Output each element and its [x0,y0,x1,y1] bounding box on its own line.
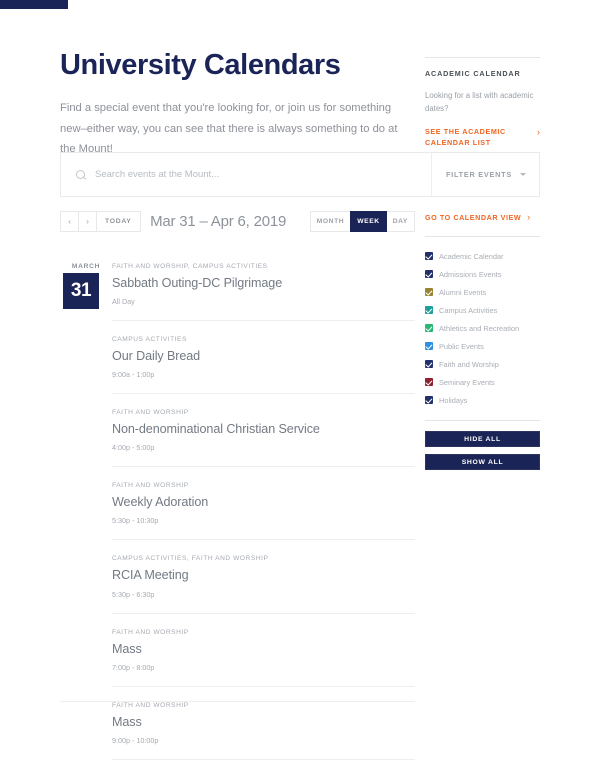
sidebar: ACADEMIC CALENDAR Looking for a list wit… [425,0,540,148]
event-time: 5:30p - 10:30p [112,516,159,526]
event-time: All Day [112,297,135,307]
go-to-calendar-view-label: GO TO CALENDAR VIEW [425,212,522,222]
filter-academic-calendar[interactable]: Academic Calendar [425,247,540,265]
checkbox-icon[interactable] [425,270,433,278]
calendar-page: University Calendars Find a special even… [0,0,600,760]
site-nav-stub [0,0,68,9]
calendar-view-toggle: MONTH WEEK DAY [309,210,415,232]
event-row[interactable]: CAMPUS ACTIVITIES Our Daily Bread 9:00a … [112,321,415,395]
checkbox-icon[interactable] [425,378,433,386]
filter-label: Public Events [439,341,484,351]
filter-label: Academic Calendar [439,251,504,261]
today-button[interactable]: TODAY [97,211,140,231]
checkbox-icon[interactable] [425,324,433,332]
filter-athletics-and-recreation[interactable]: Athletics and Recreation [425,319,540,337]
view-day-button[interactable]: DAY [386,211,414,231]
event-title: Sabbath Outing-DC Pilgrimage [112,276,283,290]
search-field-wrapper[interactable] [61,153,431,196]
checkbox-icon[interactable] [425,306,433,314]
calendar-date-range: Mar 31 – Apr 6, 2019 [150,212,287,230]
event-row[interactable]: FAITH AND WORSHIP Mass 9:00p - 10:00p [112,687,415,760]
filter-admissions-events[interactable]: Admissions Events [425,265,540,283]
event-categories: FAITH AND WORSHIP [112,482,189,490]
filter-label: Holidays [439,395,468,405]
search-icon [76,169,86,180]
filter-events-label: FILTER EVENTS [446,170,512,179]
filter-label: Alumni Events [439,287,487,297]
see-academic-calendar-list-label: SEE THE ACADEMIC CALENDAR LIST [425,126,506,147]
see-academic-calendar-list-link[interactable]: SEE THE ACADEMIC CALENDAR LIST › [425,127,540,149]
event-time: 9:00p - 10:00p [112,735,159,745]
event-categories: FAITH AND WORSHIP [112,701,189,709]
filter-label: Seminary Events [439,377,495,387]
event-title: Our Daily Bread [112,349,201,364]
day-block: MARCH 31 FAITH AND WORSHIP, CAMPUS ACTIV… [60,246,415,760]
filter-label: Athletics and Recreation [439,323,520,333]
filter-campus-activities[interactable]: Campus Activities [425,301,540,319]
event-row[interactable]: FAITH AND WORSHIP Weekly Adoration 5:30p… [112,467,415,541]
day-month-label: MARCH [71,263,101,270]
checkbox-icon[interactable] [425,252,433,260]
event-title: RCIA Meeting [112,568,189,583]
event-categories: FAITH AND WORSHIP, CAMPUS ACTIVITIES [112,263,268,270]
academic-calendar-heading: ACADEMIC CALENDAR [425,69,521,78]
checkbox-icon[interactable] [425,288,433,296]
calendar-toolbar: ‹ › TODAY Mar 31 – Apr 6, 2019 MONTH WEE… [60,210,415,232]
prev-period-button[interactable]: ‹ [61,211,79,231]
chevron-right-icon: › [527,212,531,222]
search-bar: FILTER EVENTS [60,152,540,197]
event-categories: FAITH AND WORSHIP [112,409,189,417]
event-categories: FAITH AND WORSHIP [112,628,189,636]
filter-alumni-events[interactable]: Alumni Events [425,283,540,301]
academic-calendar-promo: ACADEMIC CALENDAR Looking for a list wit… [425,57,540,148]
event-title: Non-denominational Christian Service [112,422,320,437]
page-intro: Find a special event that you're looking… [60,101,398,156]
event-time: 9:00a - 1:00p [112,370,155,380]
event-row[interactable]: FAITH AND WORSHIP, CAMPUS ACTIVITIES Sab… [112,246,415,322]
chevron-down-icon [520,173,526,176]
show-all-button[interactable]: SHOW ALL [425,454,540,470]
checkbox-icon[interactable] [425,342,433,350]
events-list: MARCH 31 FAITH AND WORSHIP, CAMPUS ACTIV… [60,246,415,760]
event-time: 7:00p - 8:00p [112,662,155,672]
event-row[interactable]: FAITH AND WORSHIP Non-denominational Chr… [112,394,415,468]
chevron-right-icon: › [537,126,540,137]
event-time: 5:30p - 6:30p [112,589,155,599]
day-number-label: 31 [63,273,99,309]
next-period-button[interactable]: › [79,211,97,231]
filter-faith-and-worship[interactable]: Faith and Worship [425,355,540,373]
page-title: University Calendars [60,49,341,81]
filter-seminary-events[interactable]: Seminary Events [425,373,540,391]
filter-label: Admissions Events [439,269,502,279]
filter-events-dropdown[interactable]: FILTER EVENTS [431,153,539,196]
calendar-filter-list: Academic Calendar Admissions Events Alum… [425,236,540,409]
go-to-calendar-view-link[interactable]: GO TO CALENDAR VIEW › [425,212,540,222]
event-title: Weekly Adoration [112,495,209,510]
hero-section: University Calendars Find a special even… [60,0,415,160]
day-events: FAITH AND WORSHIP, CAMPUS ACTIVITIES Sab… [112,246,415,760]
filter-label: Campus Activities [439,305,498,315]
academic-calendar-text: Looking for a list with academic dates? [425,91,534,113]
event-row[interactable]: FAITH AND WORSHIP Mass 7:00p - 8:00p [112,614,415,687]
checkbox-icon[interactable] [425,396,433,404]
filter-holidays[interactable]: Holidays [425,391,540,409]
event-time: 4:00p - 5:00p [112,443,155,453]
event-row[interactable]: CAMPUS ACTIVITIES, FAITH AND WORSHIP RCI… [112,540,415,614]
checkbox-icon[interactable] [425,360,433,368]
day-badge: MARCH 31 [60,246,112,760]
view-month-button[interactable]: MONTH [310,211,351,231]
event-title: Mass [112,714,142,729]
list-bottom-divider [60,701,415,702]
filter-public-events[interactable]: Public Events [425,337,540,355]
filter-label: Faith and Worship [439,359,499,369]
view-week-button[interactable]: WEEK [350,210,387,232]
event-title: Mass [112,641,142,656]
calendar-nav-group: ‹ › TODAY [60,210,141,232]
search-input[interactable] [95,169,431,180]
hide-all-button[interactable]: HIDE ALL [425,431,540,447]
event-categories: CAMPUS ACTIVITIES [112,336,187,344]
event-categories: CAMPUS ACTIVITIES, FAITH AND WORSHIP [112,555,269,563]
filter-action-buttons: HIDE ALL SHOW ALL [425,420,540,470]
